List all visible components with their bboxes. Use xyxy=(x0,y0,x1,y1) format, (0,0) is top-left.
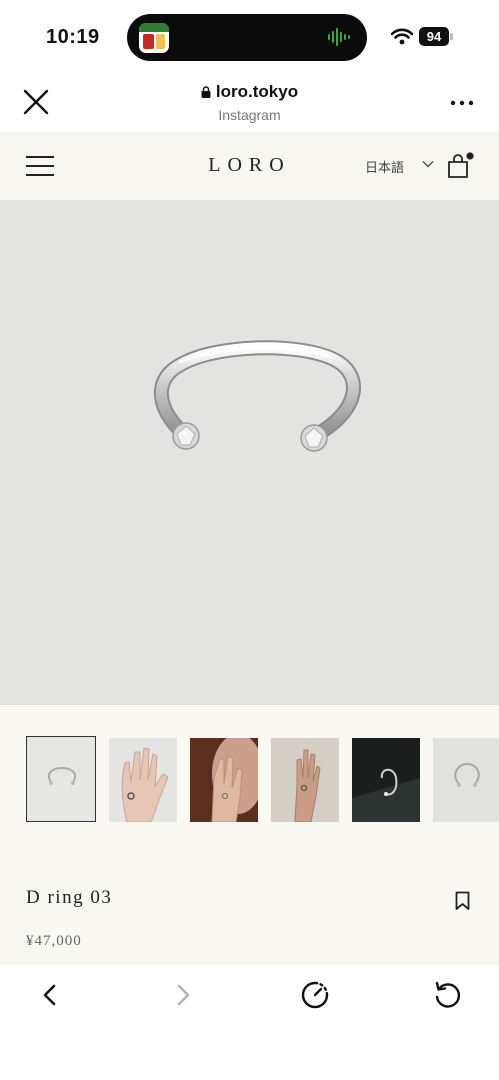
site-header: LORO 日本語 xyxy=(0,132,499,200)
in-app-browser-bar: loro.tokyo Instagram xyxy=(0,74,499,132)
hamburger-icon[interactable] xyxy=(26,156,54,176)
thumbnail-5[interactable] xyxy=(352,738,420,822)
thumbnail-1[interactable] xyxy=(26,736,96,822)
thumbnail-4[interactable] xyxy=(271,738,339,822)
status-time: 10:19 xyxy=(46,26,100,48)
language-selector[interactable]: 日本語 xyxy=(365,157,404,176)
url-display[interactable]: loro.tokyo Instagram xyxy=(100,82,399,123)
app-icon xyxy=(139,23,169,53)
status-bar: 10:19 94 xyxy=(0,0,499,74)
screen: 10:19 94 loro.tokyo Instagram LORO 日本語 D… xyxy=(0,0,499,1080)
ring-image xyxy=(154,340,361,452)
close-icon[interactable] xyxy=(22,88,50,116)
more-icon[interactable] xyxy=(450,100,474,106)
thumbnail-2[interactable] xyxy=(109,738,177,822)
chevron-left-icon[interactable] xyxy=(35,980,65,1010)
url-text: loro.tokyo xyxy=(215,82,299,101)
product-main-image[interactable] xyxy=(0,200,499,705)
lock-icon xyxy=(201,86,211,98)
url-line: loro.tokyo xyxy=(100,82,399,102)
thumbnail-3[interactable] xyxy=(190,738,258,822)
shopping-bag-icon[interactable] xyxy=(446,152,474,180)
dynamic-island[interactable] xyxy=(127,14,367,61)
site-logo[interactable]: LORO xyxy=(150,154,349,177)
reload-icon[interactable] xyxy=(432,980,462,1010)
wifi-icon xyxy=(391,28,413,45)
product-name: D ring 03 xyxy=(26,887,113,908)
gauge-icon[interactable] xyxy=(300,980,330,1010)
waveform-icon xyxy=(328,28,350,46)
product-price: ¥47,000 xyxy=(26,933,82,949)
battery-level: 94 xyxy=(419,27,449,46)
thumbnail-6[interactable] xyxy=(433,738,499,822)
product-info-panel: D ring 03 ¥47,000 xyxy=(0,705,499,965)
bookmark-icon[interactable] xyxy=(455,891,470,911)
source-label: Instagram xyxy=(218,107,281,123)
chevron-down-icon[interactable] xyxy=(422,160,434,168)
battery-tip xyxy=(450,33,453,40)
stone-left xyxy=(172,422,200,450)
browser-toolbar xyxy=(0,965,499,1080)
stone-right xyxy=(300,424,328,452)
chevron-right-icon[interactable] xyxy=(168,980,198,1010)
